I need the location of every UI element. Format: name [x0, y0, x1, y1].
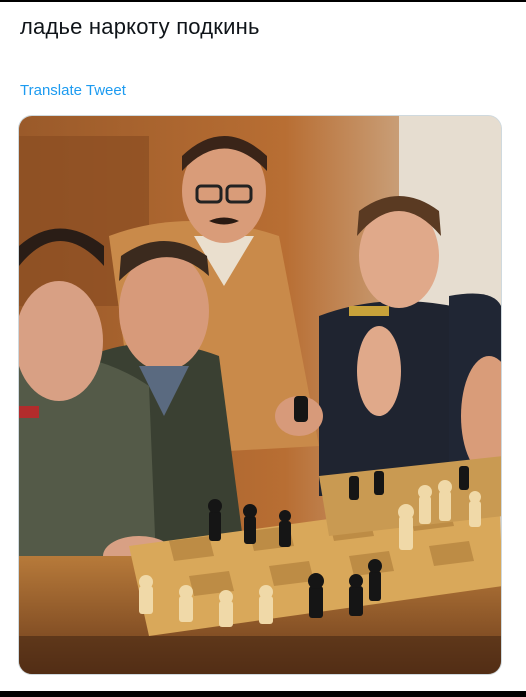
bottom-edge	[0, 691, 526, 697]
tweet-media-photo[interactable]	[18, 115, 502, 675]
top-edge	[0, 0, 526, 2]
tweet-text: ладье наркоту подкинь	[20, 14, 260, 39]
chess-photo-illustration	[19, 116, 501, 674]
translate-tweet-link[interactable]: Translate Tweet	[20, 82, 126, 99]
